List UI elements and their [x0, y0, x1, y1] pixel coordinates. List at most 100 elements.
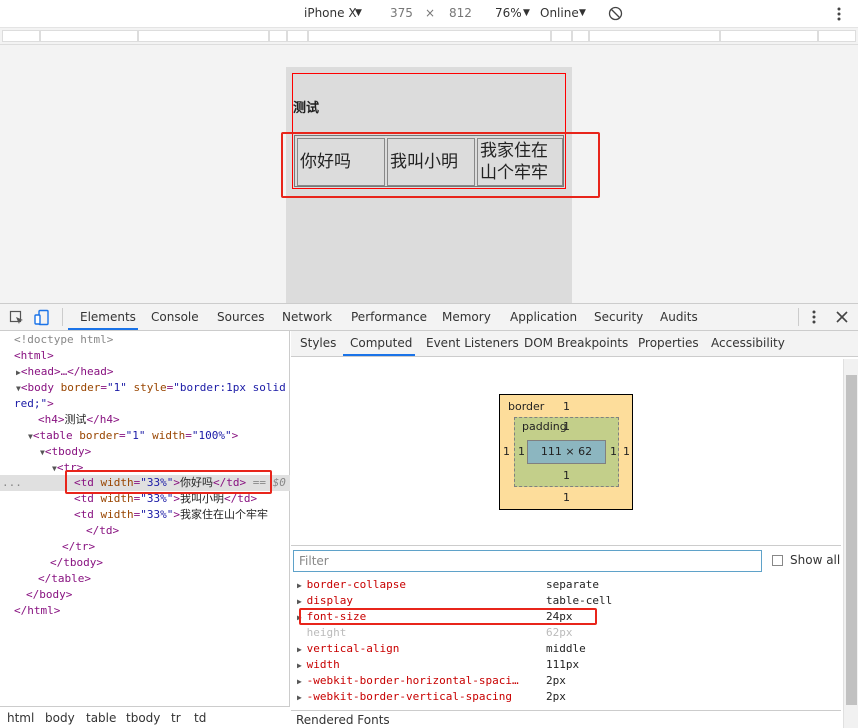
h4-close-tag: </h4> — [86, 413, 120, 426]
tab-security[interactable]: Security — [594, 310, 643, 324]
tab-audits[interactable]: Audits — [660, 310, 698, 324]
show-all-label[interactable]: Show all — [790, 553, 840, 567]
ruler-segment[interactable] — [138, 30, 269, 42]
node-actions-ellipsis[interactable]: ... — [2, 475, 22, 491]
tab-computed[interactable]: Computed — [350, 336, 412, 350]
table-attr-value: "1" — [125, 429, 146, 442]
rendered-fonts-label: Rendered Fonts — [296, 713, 390, 727]
computed-property-row[interactable]: ▶ -webkit-border-vertical-spacing 2px — [297, 689, 566, 706]
show-all-checkbox[interactable] — [772, 555, 783, 566]
dom-node-h4[interactable]: <h4>测试</h4> — [38, 412, 120, 428]
ruler-segment[interactable] — [269, 30, 287, 42]
tab-accessibility[interactable]: Accessibility — [711, 336, 785, 350]
expand-arrow-icon[interactable]: ▶ — [297, 581, 307, 590]
rendered-fonts-section[interactable]: Rendered Fonts — [291, 710, 841, 728]
tab-network[interactable]: Network — [282, 310, 332, 324]
width-input[interactable]: 375 — [390, 6, 413, 20]
filter-input[interactable]: Filter — [293, 550, 762, 572]
ruler-segment[interactable] — [589, 30, 720, 42]
border-left-value[interactable]: 1 — [503, 445, 510, 458]
property-value: table-cell — [546, 594, 613, 607]
breadcrumb-item[interactable]: html — [7, 711, 34, 725]
breadcrumb-item[interactable]: tbody — [126, 711, 160, 725]
expand-arrow-icon[interactable]: ▶ — [297, 677, 307, 686]
devtools-menu-icon[interactable] — [811, 309, 817, 325]
padding-top-value[interactable]: 1 — [563, 420, 570, 433]
breadcrumb-item[interactable]: tr — [171, 711, 181, 725]
tab-styles[interactable]: Styles — [300, 336, 336, 350]
tab-properties[interactable]: Properties — [638, 336, 699, 350]
active-subtab-indicator — [343, 354, 415, 356]
dom-node-doctype[interactable]: <!doctype html> — [14, 332, 113, 348]
media-query-ruler[interactable] — [0, 28, 858, 45]
dom-node-body[interactable]: ▼<body border="1" style="border:1px soli… — [16, 380, 286, 397]
box-model-diagram[interactable]: border 1 1 1 1 padding 1 1 1 1 111 × 62 — [499, 394, 633, 510]
network-dropdown-icon[interactable]: ▼ — [579, 8, 586, 18]
computed-property-row[interactable]: height 62px — [297, 625, 573, 642]
padding-bottom-value[interactable]: 1 — [563, 469, 570, 482]
content-box[interactable]: 111 × 62 — [527, 440, 606, 464]
padding-left-value[interactable]: 1 — [518, 445, 525, 458]
border-top-value[interactable]: 1 — [563, 400, 570, 413]
device-viewport: 测试 你好吗 我叫小明 我家住在 山个牢牢 — [0, 45, 858, 303]
inspect-element-icon[interactable] — [9, 310, 25, 326]
computed-property-row[interactable]: ▶ -webkit-border-horizontal-spaci… 2px — [297, 673, 566, 690]
expand-arrow-icon[interactable]: ▶ — [297, 693, 307, 702]
tab-sources[interactable]: Sources — [217, 310, 264, 324]
height-input[interactable]: 812 — [449, 6, 472, 20]
tab-performance[interactable]: Performance — [351, 310, 427, 324]
dom-node-html[interactable]: <html> — [14, 348, 54, 364]
computed-property-row[interactable]: ▶ width 111px — [297, 657, 579, 674]
border-bottom-value[interactable]: 1 — [563, 491, 570, 504]
zoom-select[interactable]: 76% — [495, 6, 522, 20]
ruler-segment[interactable] — [818, 30, 856, 42]
device-toggle-icon[interactable] — [34, 309, 50, 326]
border-right-value[interactable]: 1 — [623, 445, 630, 458]
rotate-icon[interactable] — [608, 6, 623, 21]
scrollbar[interactable] — [843, 359, 858, 728]
table-attr-name: width — [152, 429, 186, 442]
padding-right-value[interactable]: 1 — [610, 445, 617, 458]
tab-dom-breakpoints[interactable]: DOM Breakpoints — [524, 336, 628, 350]
breadcrumb-item-active[interactable]: td — [194, 711, 206, 725]
body-attr-value: "border:1px solid — [173, 381, 286, 394]
td-tag: <td — [74, 508, 94, 521]
ruler-segment[interactable] — [720, 30, 818, 42]
expand-arrow-icon[interactable]: ▶ — [297, 661, 307, 670]
device-select[interactable]: iPhone X — [304, 6, 357, 20]
property-name: vertical-align — [306, 642, 400, 655]
ruler-segment[interactable] — [551, 30, 572, 42]
tab-application[interactable]: Application — [510, 310, 577, 324]
zoom-dropdown-icon[interactable]: ▼ — [523, 8, 530, 18]
dom-node-td-close: </td> — [86, 524, 120, 537]
dom-node-tbody[interactable]: ▼<tbody> — [40, 444, 91, 461]
more-options-icon[interactable] — [836, 6, 842, 22]
ruler-segment[interactable] — [2, 30, 40, 42]
tab-console[interactable]: Console — [151, 310, 199, 324]
ruler-segment[interactable] — [308, 30, 551, 42]
property-value: 2px — [546, 690, 566, 703]
device-dropdown-icon[interactable]: ▼ — [355, 8, 362, 18]
breadcrumb-item[interactable]: table — [86, 711, 116, 725]
computed-property-row[interactable]: ▶ border-collapse separate — [297, 577, 599, 594]
dom-node-td[interactable]: <td width="33%">我家住在山个牢牢 — [74, 507, 268, 523]
dom-node-table[interactable]: ▼<table border="1" width="100%"> — [28, 428, 238, 445]
border-label: border — [508, 400, 545, 413]
ruler-segment[interactable] — [40, 30, 138, 42]
close-icon[interactable] — [836, 311, 848, 323]
tab-elements[interactable]: Elements — [80, 310, 136, 324]
network-select[interactable]: Online — [540, 6, 579, 20]
dom-node-head[interactable]: ▶<head>…</head> — [16, 364, 114, 381]
expand-arrow-icon[interactable]: ▶ — [297, 645, 307, 654]
divider — [291, 545, 841, 546]
expand-arrow-icon[interactable]: ▶ — [297, 597, 307, 606]
breadcrumb-item[interactable]: body — [45, 711, 75, 725]
tab-memory[interactable]: Memory — [442, 310, 491, 324]
scrollbar-thumb[interactable] — [846, 375, 857, 705]
ruler-segment[interactable] — [287, 30, 308, 42]
dom-node-body-close: </body> — [26, 588, 73, 601]
padding-box[interactable]: padding 1 1 1 1 111 × 62 — [514, 417, 619, 487]
computed-property-row[interactable]: ▶ vertical-align middle — [297, 641, 586, 658]
tab-event-listeners[interactable]: Event Listeners — [426, 336, 519, 350]
ruler-segment[interactable] — [572, 30, 589, 42]
